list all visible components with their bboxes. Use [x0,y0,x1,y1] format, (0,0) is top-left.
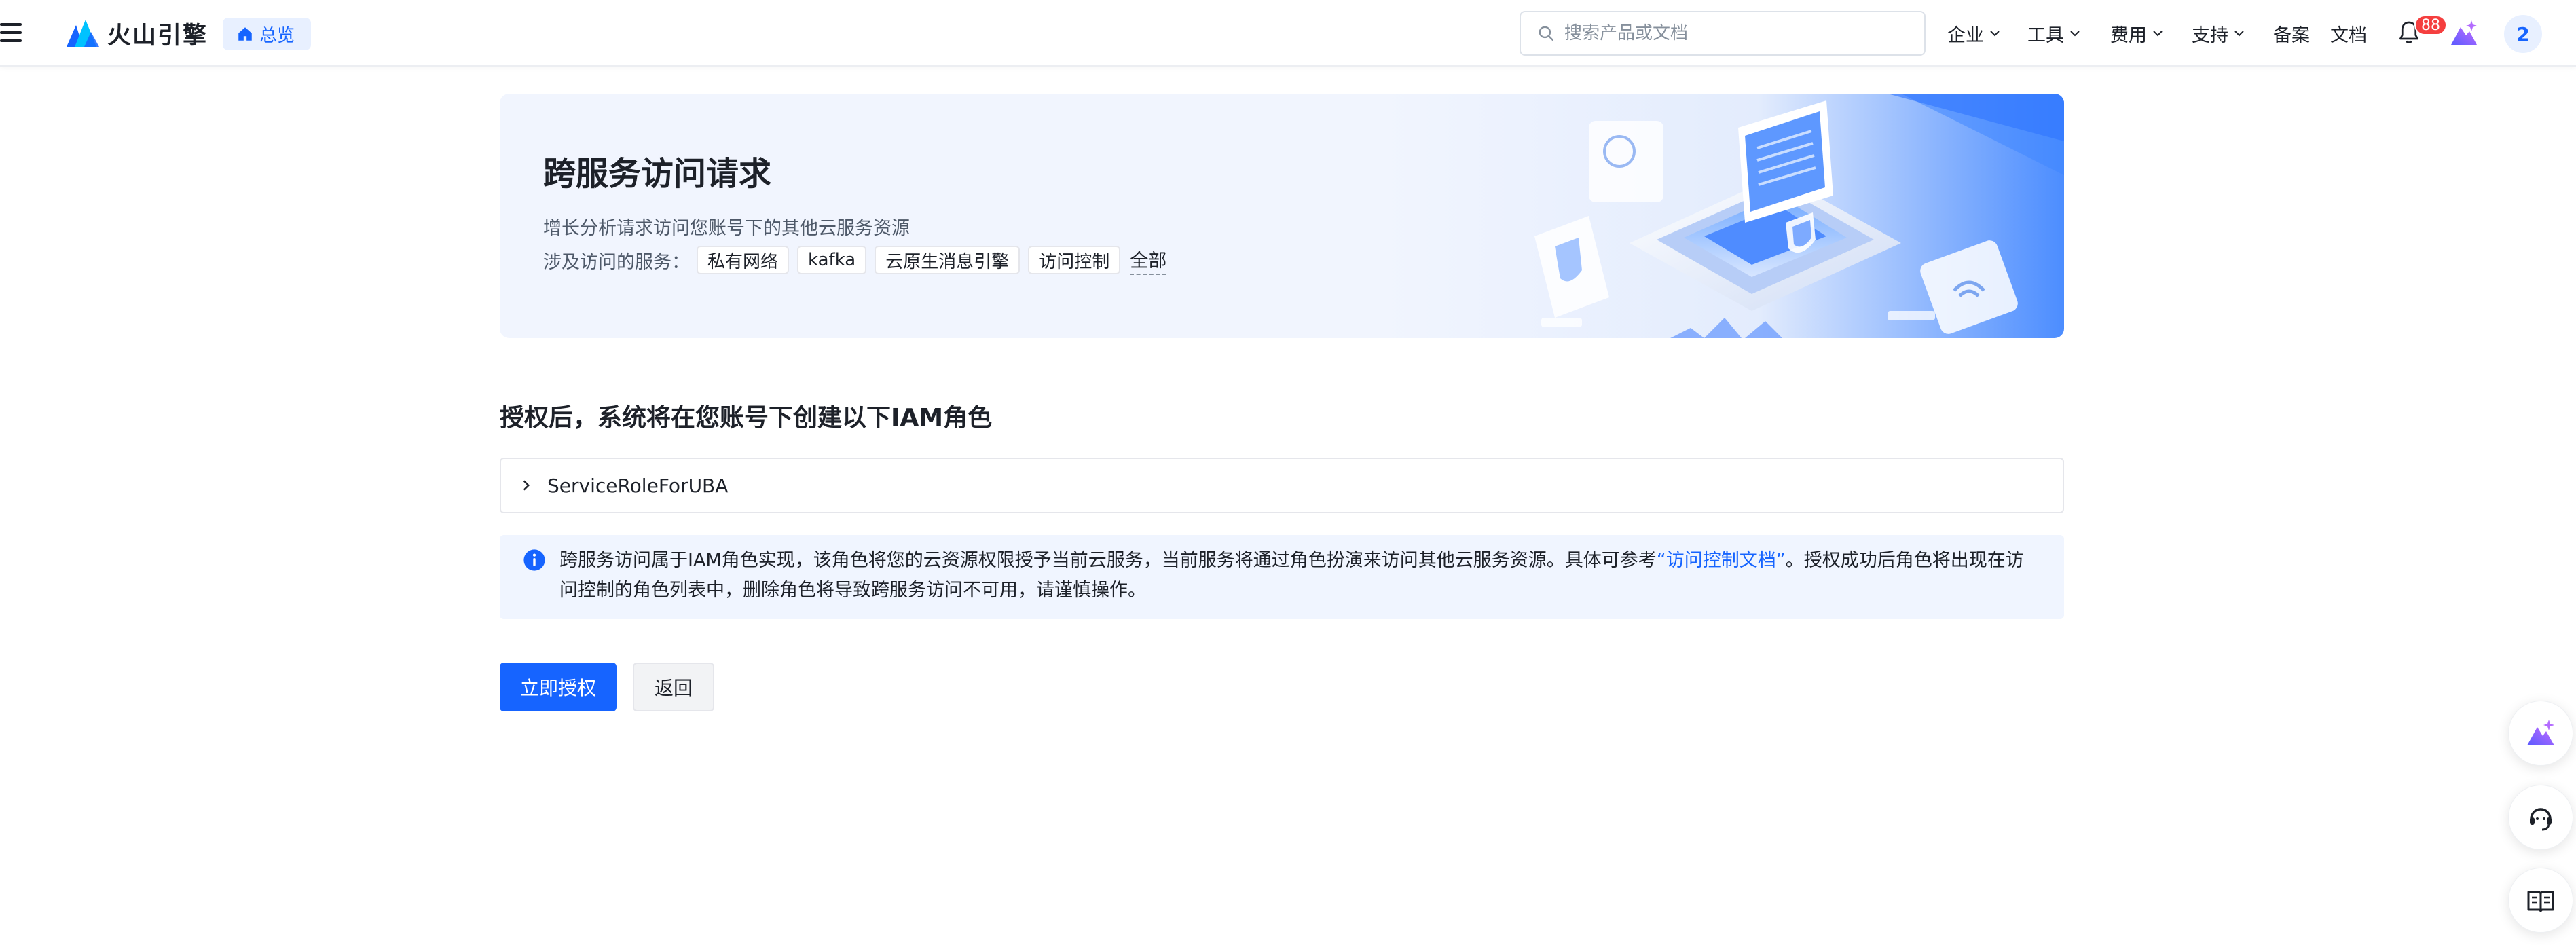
nav-support-label: 支持 [2192,24,2228,46]
nav-docs-label: 文档 [2330,24,2367,46]
nav-tools[interactable]: 工具 [2027,18,2082,49]
ai-assistant-float-button[interactable] [2508,701,2573,766]
info-icon [523,549,545,571]
volcano-logo-icon [67,20,99,47]
chevron-down-icon [2234,31,2244,37]
service-tag-rocketmq: 云原生消息引擎 [875,246,1020,274]
banner-description: 增长分析请求访问您账号下的其他云服务资源 [543,218,910,239]
service-request-banner: 跨服务访问请求 增长分析请求访问您账号下的其他云服务资源 涉及访问的服务： 私有… [500,94,2064,338]
logo-text: 火山引擎 [107,22,208,50]
info-notice: 跨服务访问属于IAM角色实现，该角色将您的云资源权限授予当前云服务，当前服务将通… [500,535,2064,619]
search-icon [1539,26,1553,41]
banner-illustration [1385,94,2064,338]
search-box[interactable] [1520,11,1926,56]
iam-docs-link[interactable]: “访问控制文档” [1657,550,1786,571]
search-input[interactable] [1564,23,1917,43]
customer-service-float-button[interactable] [2508,785,2573,850]
nav-filing-label: 备案 [2273,24,2310,46]
notice-text: 跨服务访问属于IAM角色实现，该角色将您的云资源权限授予当前云服务，当前服务将通… [559,546,2040,606]
back-button[interactable]: 返回 [633,663,714,711]
chevron-down-icon [2153,31,2163,37]
docs-float-button[interactable] [2508,868,2573,933]
page-title: 跨服务访问请求 [543,155,772,193]
chevron-right-icon [523,480,530,491]
notification-badge: 88 [2414,15,2447,35]
chevron-down-icon [2070,31,2080,37]
user-avatar[interactable]: 2 [2504,15,2542,53]
chevron-down-icon [1990,31,2000,37]
services-all-link[interactable]: 全部 [1130,246,1167,275]
book-icon [2527,891,2554,912]
nav-enterprise[interactable]: 企业 [1947,18,2002,49]
ai-assistant-icon [2527,720,2554,745]
services-list: 涉及访问的服务： 私有网络 kafka 云原生消息引擎 访问控制 全部 [543,244,1167,276]
logo[interactable]: 火山引擎 [65,16,208,50]
notice-text-before: 跨服务访问属于IAM角色实现，该角色将您的云资源权限授予当前云服务，当前服务将通… [559,550,1657,571]
nav-billing-label: 费用 [2110,24,2147,46]
hamburger-menu-icon[interactable] [0,20,23,45]
services-label: 涉及访问的服务： [543,251,690,273]
role-name: ServiceRoleForUBA [547,474,729,497]
service-tag-vpc: 私有网络 [697,246,790,274]
nav-enterprise-label: 企业 [1947,24,1984,46]
nav-support[interactable]: 支持 [2192,18,2246,49]
service-tag-kafka: kafka [797,246,867,274]
service-tag-iam: 访问控制 [1028,246,1121,274]
authorize-button[interactable]: 立即授权 [500,663,617,711]
ai-assistant-icon[interactable] [2448,18,2480,49]
customer-service-icon [2530,808,2552,831]
nav-filing[interactable]: 备案 [2273,18,2310,49]
role-collapse-item[interactable]: ServiceRoleForUBA [500,458,2064,513]
top-navigation-bar: 火山引擎 总览 企业 工具 费用 支持 备案 文档 [0,0,2576,67]
home-icon [238,27,252,41]
nav-docs[interactable]: 文档 [2330,18,2367,49]
section-title: 授权后，系统将在您账号下创建以下IAM角色 [500,404,993,432]
nav-billing[interactable]: 费用 [2110,18,2165,49]
overview-button[interactable]: 总览 [223,18,312,50]
overview-label: 总览 [259,25,295,46]
nav-tools-label: 工具 [2027,24,2064,46]
